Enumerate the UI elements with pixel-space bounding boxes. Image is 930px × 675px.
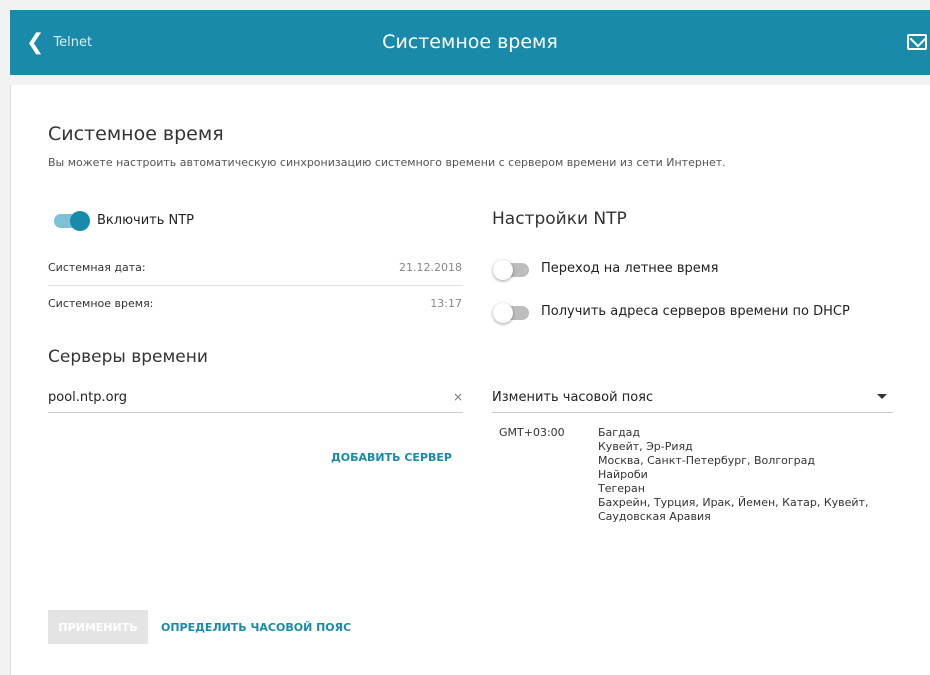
apply-button[interactable]: ПРИМЕНИТЬ bbox=[48, 610, 148, 644]
settings-card: Системное время Вы можете настроить авто… bbox=[10, 85, 930, 675]
system-time-label: Системное время: bbox=[48, 297, 154, 310]
system-time-value: 13:17 bbox=[430, 297, 462, 310]
caret-down-icon bbox=[877, 394, 887, 399]
mail-icon[interactable] bbox=[907, 34, 927, 50]
timezone-city: Найроби bbox=[598, 468, 648, 481]
add-server-button[interactable]: ДОБАВИТЬ СЕРВЕР bbox=[331, 451, 452, 464]
enable-ntp-label: Включить NTP bbox=[97, 213, 195, 228]
divider bbox=[48, 285, 463, 286]
system-date-value: 21.12.2018 bbox=[399, 261, 462, 274]
ntp-settings-title: Настройки NTP bbox=[492, 209, 627, 229]
timezone-select[interactable]: Изменить часовой пояс bbox=[492, 383, 893, 413]
page-title: Системное время bbox=[48, 123, 224, 145]
dst-toggle[interactable] bbox=[493, 260, 529, 280]
timezone-city: Багдад bbox=[598, 426, 641, 439]
timezone-city: Тегеран bbox=[598, 482, 645, 495]
dst-label: Переход на летнее время bbox=[541, 261, 719, 276]
dhcp-ntp-toggle[interactable] bbox=[493, 303, 529, 323]
timezone-city: Саудовская Аравия bbox=[598, 510, 711, 523]
timezone-city: Кувейт, Эр-Рияд bbox=[598, 440, 693, 453]
timezone-cities: Багдад Кувейт, Эр-Рияд Москва, Санкт-Пет… bbox=[598, 426, 898, 524]
timezone-city: Москва, Санкт-Петербург, Волгоград bbox=[598, 454, 815, 467]
detect-timezone-button[interactable]: ОПРЕДЕЛИТЬ ЧАСОВОЙ ПОЯС bbox=[161, 621, 351, 634]
toggle-knob bbox=[493, 260, 513, 280]
top-bar: ❮ Telnet Системное время bbox=[10, 10, 930, 75]
system-date-label: Системная дата: bbox=[48, 261, 146, 274]
page-description: Вы можете настроить автоматическую синхр… bbox=[48, 156, 726, 169]
time-servers-title: Серверы времени bbox=[48, 347, 208, 367]
timezone-city: Бахрейн, Турция, Ирак, Йемен, Катар, Кув… bbox=[598, 496, 869, 509]
page-header-title: Системное время bbox=[382, 31, 558, 53]
toggle-knob bbox=[493, 303, 513, 323]
dhcp-ntp-label: Получить адреса серверов времени по DHCP bbox=[541, 304, 850, 319]
clear-icon[interactable]: × bbox=[453, 390, 463, 404]
timezone-select-label: Изменить часовой пояс bbox=[492, 390, 654, 405]
timezone-offset: GMT+03:00 bbox=[499, 426, 565, 439]
enable-ntp-toggle[interactable] bbox=[54, 211, 90, 231]
ntp-server-input[interactable] bbox=[48, 383, 463, 413]
toggle-knob bbox=[70, 211, 90, 231]
